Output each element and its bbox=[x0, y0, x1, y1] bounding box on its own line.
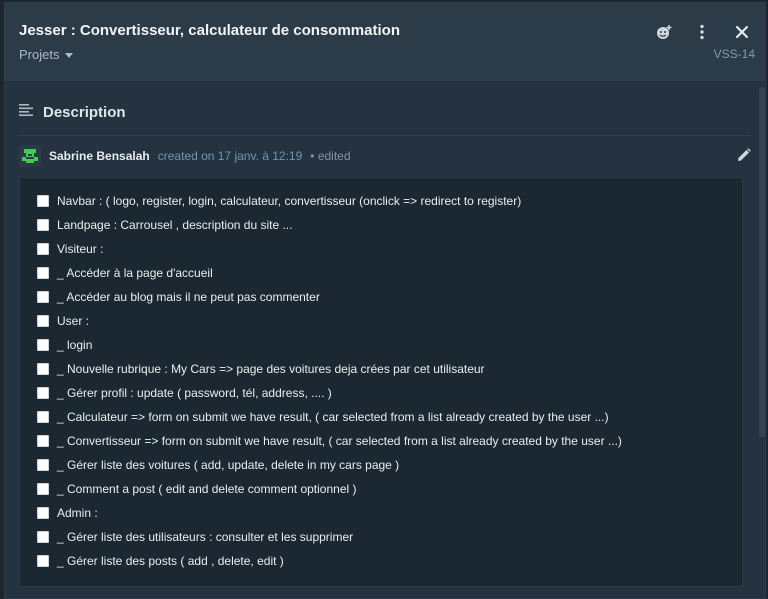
checkbox[interactable] bbox=[37, 387, 49, 399]
description-lines-icon bbox=[19, 103, 33, 121]
divider bbox=[19, 135, 751, 136]
checkbox[interactable] bbox=[37, 243, 49, 255]
checklist-item: _ Gérer profil : update ( password, tél,… bbox=[20, 381, 742, 405]
checkbox[interactable] bbox=[37, 315, 49, 327]
checkbox[interactable] bbox=[37, 507, 49, 519]
more-vertical-icon[interactable] bbox=[691, 21, 713, 43]
project-dropdown[interactable]: Projets bbox=[19, 47, 74, 62]
issue-modal: Jesser : Convertisseur, calculateur de c… bbox=[4, 2, 766, 599]
checkbox[interactable] bbox=[37, 483, 49, 495]
author-name[interactable]: Sabrine Bensalah bbox=[49, 149, 150, 163]
checkbox[interactable] bbox=[37, 435, 49, 447]
checkbox[interactable] bbox=[37, 267, 49, 279]
edited-label: • edited bbox=[310, 149, 351, 163]
checklist-item-label: _ Convertisseur => form on submit we hav… bbox=[57, 434, 622, 448]
close-icon[interactable] bbox=[731, 21, 753, 43]
checklist-item: _ Nouvelle rubrique : My Cars => page de… bbox=[20, 357, 742, 381]
checklist-item-label: _ Gérer liste des voitures ( add, update… bbox=[57, 458, 400, 472]
checklist-item: _ Calculateur => form on submit we have … bbox=[20, 405, 742, 429]
checklist-item-label: _ login bbox=[57, 338, 93, 352]
checklist-item: _ Gérer liste des voitures ( add, update… bbox=[20, 453, 742, 477]
checkbox[interactable] bbox=[37, 555, 49, 567]
checklist-item-label: _ Gérer liste des utilisateurs : consult… bbox=[57, 530, 354, 544]
modal-header: Jesser : Convertisseur, calculateur de c… bbox=[5, 3, 765, 81]
checkbox[interactable] bbox=[37, 291, 49, 303]
checkbox[interactable] bbox=[37, 531, 49, 543]
avatar[interactable] bbox=[19, 145, 41, 167]
checkbox[interactable] bbox=[37, 219, 49, 231]
checklist-item-label: Admin : bbox=[57, 506, 98, 520]
modal-body: Description Sabrine Bensalah created on … bbox=[5, 81, 765, 598]
checklist-item: Visiteur : bbox=[20, 237, 742, 261]
scrollbar[interactable] bbox=[759, 87, 765, 437]
checklist-item-label: _ Nouvelle rubrique : My Cars => page de… bbox=[57, 362, 485, 376]
issue-title[interactable]: Jesser : Convertisseur, calculateur de c… bbox=[19, 22, 400, 39]
checkbox[interactable] bbox=[37, 459, 49, 471]
checklist-item-label: _ Accéder à la page d'accueil bbox=[57, 266, 213, 280]
checklist-item-label: _ Gérer liste des posts ( add , delete, … bbox=[57, 554, 284, 568]
checklist-item: _ Gérer liste des utilisateurs : consult… bbox=[20, 525, 742, 549]
description-title: Description bbox=[43, 103, 126, 121]
checkbox[interactable] bbox=[37, 363, 49, 375]
checklist-item: _ Gérer liste des posts ( add , delete, … bbox=[20, 549, 742, 573]
checklist-item: _ Convertisseur => form on submit we hav… bbox=[20, 429, 742, 453]
description-header: Description bbox=[19, 103, 126, 121]
add-reaction-icon[interactable] bbox=[653, 21, 675, 43]
checklist-item: Landpage : Carrousel , description du si… bbox=[20, 213, 742, 237]
checklist-item-label: Visiteur : bbox=[57, 242, 104, 256]
checkbox[interactable] bbox=[37, 339, 49, 351]
checklist-item-label: _ Gérer profil : update ( password, tél,… bbox=[57, 386, 332, 400]
checklist-item: _ Accéder à la page d'accueil bbox=[20, 261, 742, 285]
checkbox[interactable] bbox=[37, 195, 49, 207]
description-checklist: Navbar : ( logo, register, login, calcul… bbox=[19, 177, 743, 587]
checklist-item: User : bbox=[20, 309, 742, 333]
checklist-item-label: Landpage : Carrousel , description du si… bbox=[57, 218, 293, 232]
project-label: Projets bbox=[19, 47, 60, 62]
checklist-item: Navbar : ( logo, register, login, calcul… bbox=[20, 189, 742, 213]
checklist-item-label: User : bbox=[57, 314, 90, 328]
checklist-item: _ Comment a post ( edit and delete comme… bbox=[20, 477, 742, 501]
checklist-item-label: Navbar : ( logo, register, login, calcul… bbox=[57, 194, 522, 208]
issue-key[interactable]: VSS-14 bbox=[714, 47, 755, 61]
checklist-item: Admin : bbox=[20, 501, 742, 525]
checklist-item-label: _ Calculateur => form on submit we have … bbox=[57, 410, 609, 424]
checkbox[interactable] bbox=[37, 411, 49, 423]
checklist-item: _ Accéder au blog mais il ne peut pas co… bbox=[20, 285, 742, 309]
checklist-item-label: _ Comment a post ( edit and delete comme… bbox=[57, 482, 357, 496]
edit-pencil-icon[interactable] bbox=[737, 148, 751, 167]
checklist-item: _ login bbox=[20, 333, 742, 357]
chevron-down-icon bbox=[65, 52, 74, 58]
created-timestamp: created on 17 janv. à 12:19 bbox=[157, 149, 303, 163]
checklist-item-label: _ Accéder au blog mais il ne peut pas co… bbox=[57, 290, 320, 304]
description-meta: Sabrine Bensalah created on 17 janv. à 1… bbox=[19, 145, 351, 167]
